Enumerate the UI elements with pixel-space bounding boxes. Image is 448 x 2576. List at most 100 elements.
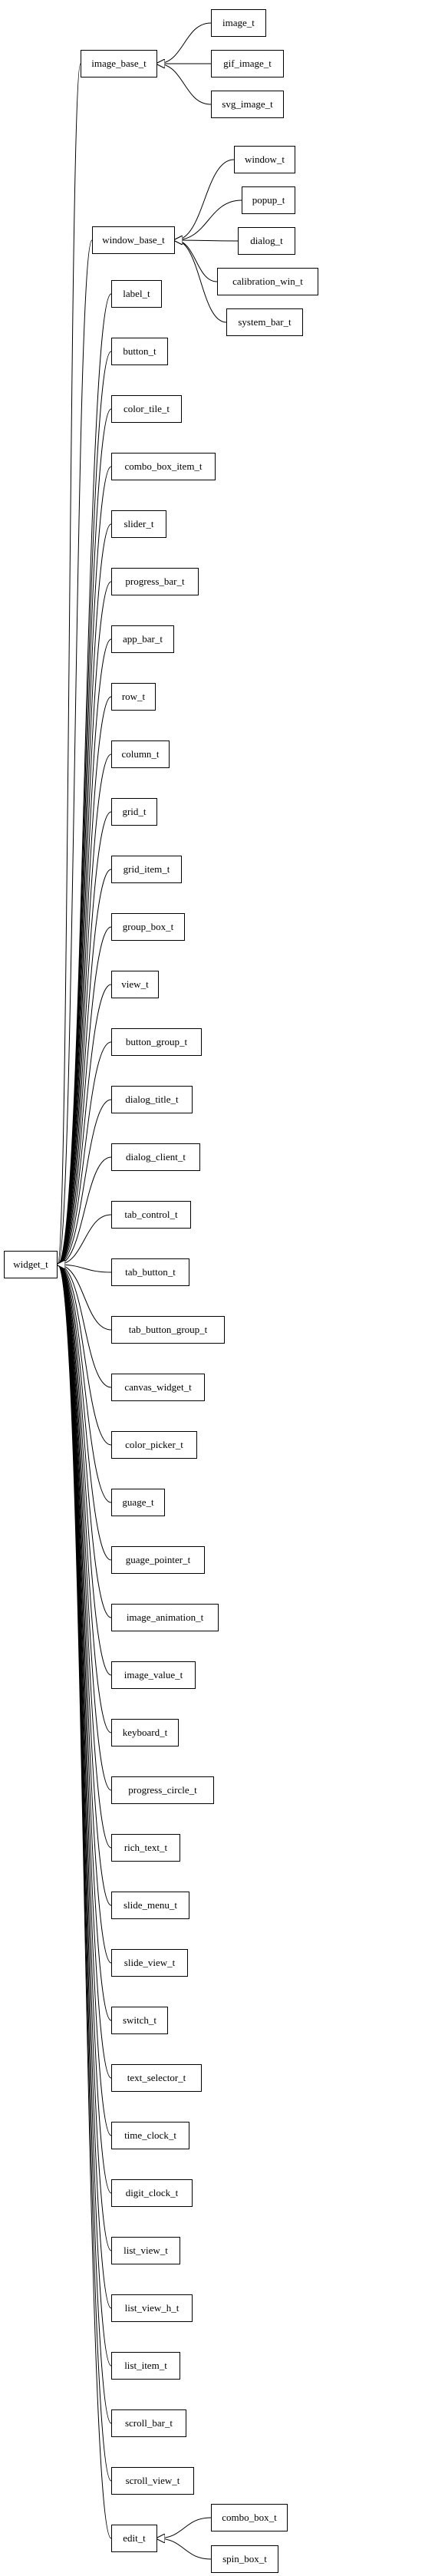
node-dialog-t: dialog_t [238, 227, 295, 255]
node-label: grid_item_t [124, 863, 170, 876]
node-grid-item-t: grid_item_t [111, 856, 182, 883]
edge-rich-text-t-to-widget-t [58, 1265, 111, 1848]
edge-label-t-to-widget-t [58, 294, 111, 1265]
node-color-picker-t: color_picker_t [111, 1431, 197, 1459]
edge-progress-circle-t-to-widget-t [58, 1265, 111, 1790]
edge-tab-button-group-t-to-widget-t [58, 1265, 111, 1330]
edge-calibration-win-t-to-window-base-t [175, 240, 217, 282]
edge-keyboard-t-to-widget-t [58, 1265, 111, 1733]
node-list-view-t: list_view_t [111, 2237, 180, 2264]
node-scroll-view-t: scroll_view_t [111, 2467, 194, 2495]
node-label: slider_t [124, 518, 154, 530]
edge-button-group-t-to-widget-t [58, 1042, 111, 1265]
node-label: gif_image_t [223, 58, 272, 70]
node-label: list_item_t [124, 2360, 167, 2372]
node-label: spin_box_t [222, 2553, 267, 2565]
edge-dialog-title-t-to-widget-t [58, 1100, 111, 1265]
edge-scroll-bar-t-to-widget-t [58, 1265, 111, 2423]
node-list-view-h-t: list_view_h_t [111, 2294, 193, 2322]
node-label: tab_button_t [125, 1266, 176, 1278]
node-label: guage_pointer_t [126, 1554, 190, 1566]
edge-row-t-to-widget-t [58, 697, 111, 1265]
node-widget-t: widget_t [4, 1251, 58, 1278]
edge-popup-t-to-window-base-t [175, 200, 242, 240]
node-label: combo_box_item_t [124, 460, 202, 473]
node-window-base-t: window_base_t [92, 226, 175, 254]
edge-image-t-to-image-base-t [157, 23, 211, 64]
node-label: row_t [122, 691, 145, 703]
edge-tab-button-t-to-widget-t [58, 1265, 111, 1272]
node-rich-text-t: rich_text_t [111, 1834, 180, 1862]
edge-tab-control-t-to-widget-t [58, 1215, 111, 1265]
node-spin-box-t: spin_box_t [211, 2545, 278, 2573]
node-progress-bar-t: progress_bar_t [111, 568, 199, 595]
edge-text-selector-t-to-widget-t [58, 1265, 111, 2078]
edge-slide-menu-t-to-widget-t [58, 1265, 111, 1905]
edge-group-box-t-to-widget-t [58, 927, 111, 1265]
node-label: popup_t [252, 194, 285, 206]
node-app-bar-t: app_bar_t [111, 625, 174, 653]
node-image-value-t: image_value_t [111, 1661, 196, 1689]
node-image-base-t: image_base_t [81, 50, 157, 78]
edge-guage-pointer-t-to-widget-t [58, 1265, 111, 1560]
node-combo-box-item-t: combo_box_item_t [111, 453, 216, 480]
edge-canvas-widget-t-to-widget-t [58, 1265, 111, 1387]
node-digit-clock-t: digit_clock_t [111, 2179, 193, 2207]
node-label: window_t [245, 153, 285, 166]
edge-svg-image-t-to-image-base-t [157, 64, 211, 104]
node-label: color_tile_t [124, 403, 170, 415]
node-label: keyboard_t [123, 1727, 167, 1739]
node-system-bar-t: system_bar_t [226, 308, 303, 336]
edge-slider-t-to-widget-t [58, 524, 111, 1265]
node-label: column_t [121, 748, 159, 760]
node-label: canvas_widget_t [124, 1381, 191, 1394]
node-svg-image-t: svg_image_t [211, 91, 284, 118]
edge-grid-t-to-widget-t [58, 812, 111, 1265]
edge-view-t-to-widget-t [58, 985, 111, 1265]
node-keyboard-t: keyboard_t [111, 1719, 179, 1746]
node-label: image_base_t [91, 58, 146, 70]
node-label: image_value_t [124, 1669, 183, 1681]
edge-list-view-t-to-widget-t [58, 1265, 111, 2251]
edge-list-view-h-t-to-widget-t [58, 1265, 111, 2308]
node-label: combo_box_t [222, 2512, 277, 2524]
node-label: system_bar_t [238, 316, 291, 328]
node-button-t: button_t [111, 338, 168, 365]
edge-app-bar-t-to-widget-t [58, 639, 111, 1265]
edge-combo-box-item-t-to-widget-t [58, 467, 111, 1265]
edge-spin-box-t-to-edit-t [157, 2538, 211, 2559]
edge-progress-bar-t-to-widget-t [58, 582, 111, 1265]
node-guage-pointer-t: guage_pointer_t [111, 1546, 205, 1574]
node-dialog-title-t: dialog_title_t [111, 1086, 193, 1113]
node-label: edit_t [123, 2532, 146, 2545]
node-tab-control-t: tab_control_t [111, 1201, 191, 1229]
node-label: color_picker_t [125, 1439, 183, 1451]
node-grid-t: grid_t [111, 798, 157, 826]
edge-edit-t-to-widget-t [58, 1265, 111, 2538]
node-scroll-bar-t: scroll_bar_t [111, 2409, 186, 2437]
node-color-tile-t: color_tile_t [111, 395, 182, 423]
node-label: button_group_t [126, 1036, 187, 1048]
node-slide-menu-t: slide_menu_t [111, 1892, 189, 1919]
node-label: scroll_bar_t [125, 2417, 173, 2429]
node-label: slide_menu_t [124, 1899, 177, 1911]
edge-slide-view-t-to-widget-t [58, 1265, 111, 1963]
node-list-item-t: list_item_t [111, 2352, 180, 2380]
node-label: label_t [123, 288, 150, 300]
node-dialog-client-t: dialog_client_t [111, 1143, 200, 1171]
node-group-box-t: group_box_t [111, 913, 185, 941]
edge-time-clock-t-to-widget-t [58, 1265, 111, 2136]
edges-layer [0, 0, 448, 2576]
node-label: guage_t [122, 1496, 153, 1509]
node-view-t: view_t [111, 971, 159, 998]
edge-window-base-t-to-widget-t [58, 240, 92, 1265]
node-label: slide_view_t [124, 1957, 175, 1969]
node-label: app_bar_t [123, 633, 163, 645]
edge-dialog-t-to-window-base-t [175, 240, 238, 241]
node-window-t: window_t [234, 146, 295, 173]
node-label: dialog_t [250, 235, 283, 247]
edge-switch-t-to-widget-t [58, 1265, 111, 2020]
node-slider-t: slider_t [111, 510, 166, 538]
node-label: switch_t [123, 2014, 156, 2027]
node-label: list_view_h_t [125, 2302, 180, 2314]
